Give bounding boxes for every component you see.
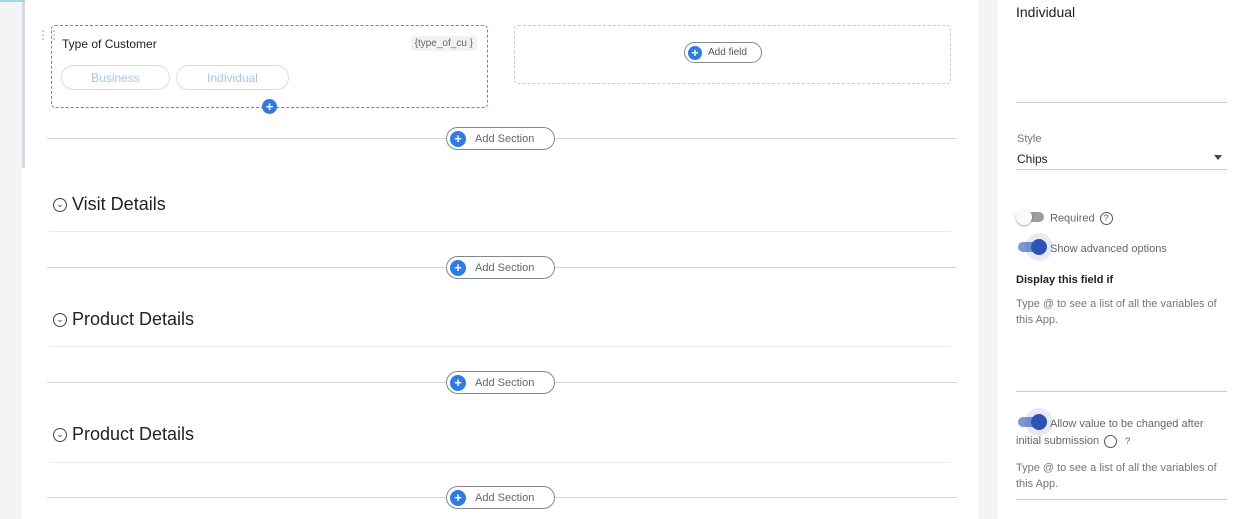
field-variable-tag: {type_of_cu } — [410, 36, 477, 51]
display-if-input[interactable]: Type @ to see a list of all the variable… — [1016, 296, 1230, 328]
toggle-knob — [1031, 239, 1047, 255]
add-section-button[interactable]: + Add Section — [446, 127, 555, 150]
input-underline — [1016, 391, 1227, 392]
panel-separator — [978, 0, 998, 519]
section-title: Visit Details — [72, 194, 166, 214]
advanced-options-label: Show advanced options — [1050, 243, 1167, 255]
display-if-label: Display this field if — [1016, 274, 1114, 286]
dropdown-caret-icon[interactable] — [1214, 155, 1222, 160]
section-underline — [49, 462, 950, 463]
toggle-knob — [1016, 209, 1032, 225]
chevron-down-icon[interactable]: ⌄ — [53, 197, 67, 212]
option-chip-business[interactable]: Business — [61, 65, 170, 90]
section-underline — [49, 346, 950, 347]
input-underline — [1016, 102, 1227, 103]
add-section-label: Add Section — [475, 376, 535, 389]
section-header-product-details-2[interactable]: ⌄ Product Details — [53, 424, 194, 445]
chevron-down-icon[interactable]: ⌄ — [53, 427, 67, 442]
plus-icon: + — [688, 45, 702, 60]
section-title: Product Details — [72, 424, 195, 444]
add-field-label: Add field — [708, 47, 747, 58]
add-section-label: Add Section — [475, 132, 535, 145]
add-section-label: Add Section — [475, 261, 535, 274]
left-gutter — [0, 0, 22, 519]
section-header-product-details[interactable]: ⌄ Product Details — [53, 309, 194, 330]
chevron-down-icon[interactable]: ⌄ — [53, 312, 67, 327]
default-value-text[interactable]: Individual — [1016, 4, 1075, 20]
field-card-type-of-customer[interactable]: Type of Customer {type_of_cu } Business … — [51, 25, 488, 108]
section-header-visit-details[interactable]: ⌄ Visit Details — [53, 194, 166, 215]
add-section-label: Add Section — [475, 491, 535, 504]
input-underline — [1016, 499, 1227, 500]
plus-icon: + — [450, 374, 466, 391]
advanced-options-toggle[interactable] — [1016, 239, 1047, 255]
allow-change-label-row: Allow value to be changed after initial … — [1016, 416, 1230, 450]
field-title: Type of Customer — [62, 37, 157, 51]
required-label-row: Required? — [1050, 212, 1113, 225]
allow-change-input[interactable]: Type @ to see a list of all the variable… — [1016, 460, 1230, 492]
add-section-button[interactable]: + Add Section — [446, 256, 555, 279]
select-underline — [1016, 169, 1227, 170]
required-label: Required — [1050, 212, 1095, 225]
style-select-value[interactable]: Chips — [1017, 152, 1048, 166]
add-below-plus-icon[interactable]: + — [262, 99, 277, 114]
plus-icon: + — [450, 259, 466, 276]
help-icon[interactable]: ? — [1099, 212, 1113, 225]
section-underline — [49, 231, 950, 232]
required-toggle[interactable] — [1016, 209, 1046, 225]
option-chip-individual[interactable]: Individual — [176, 65, 289, 90]
help-icon[interactable]: ? — [1104, 434, 1130, 448]
add-field-button[interactable]: + Add field — [684, 42, 762, 63]
add-section-button[interactable]: + Add Section — [446, 371, 555, 394]
add-section-button[interactable]: + Add Section — [446, 486, 555, 509]
plus-icon: + — [450, 489, 466, 506]
plus-icon: + — [450, 130, 466, 147]
style-label: Style — [1017, 133, 1042, 145]
section-title: Product Details — [72, 309, 195, 329]
